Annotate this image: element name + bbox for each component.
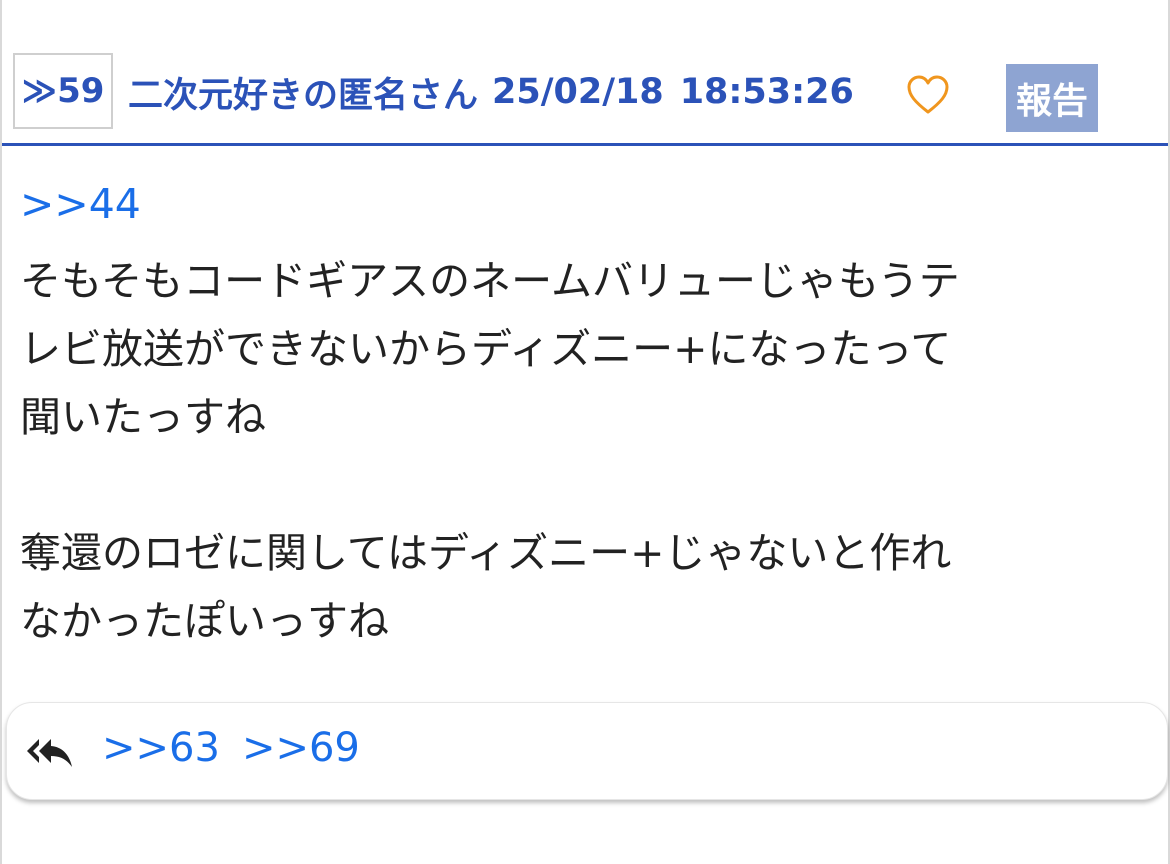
replies-bar: >>63 >>69 <box>6 702 1168 800</box>
post-date: 25/02/18 <box>492 72 664 112</box>
post-time: 18:53:26 <box>679 72 854 112</box>
post-paragraph-1: そもそもコードギアスのネームバリューじゃもうテ レビ放送ができないからディズニー… <box>20 257 960 441</box>
post-body: >>44 そもそもコードギアスのネームバリューじゃもうテ レビ放送ができないから… <box>20 178 1140 655</box>
post-paragraph-2: 奪還のロゼに関してはディズニー+じゃないと作れ なかったぽいっすね <box>20 529 952 645</box>
report-label: 報告 <box>1015 81 1088 122</box>
report-button[interactable]: 報告 <box>1006 64 1098 132</box>
heart-icon[interactable] <box>905 72 951 118</box>
reply-link-63[interactable]: >>63 <box>102 725 220 771</box>
post-number-button[interactable]: ≫59 <box>13 53 113 129</box>
post-frame: ≫59 二次元好きの匿名さん 25/02/18 18:53:26 報告 >>44… <box>0 0 1170 864</box>
post-header: ≫59 二次元好きの匿名さん 25/02/18 18:53:26 報告 <box>2 50 1168 146</box>
reply-all-icon <box>27 739 72 767</box>
post-number-label: ≫59 <box>21 71 105 111</box>
quote-anchor-link[interactable]: >>44 <box>20 178 1140 231</box>
reply-links: >>63 >>69 <box>102 725 360 771</box>
post-meta: 二次元好きの匿名さん 25/02/18 18:53:26 <box>128 68 854 116</box>
reply-link-69[interactable]: >>69 <box>242 725 360 771</box>
author-name: 二次元好きの匿名さん <box>128 75 479 116</box>
